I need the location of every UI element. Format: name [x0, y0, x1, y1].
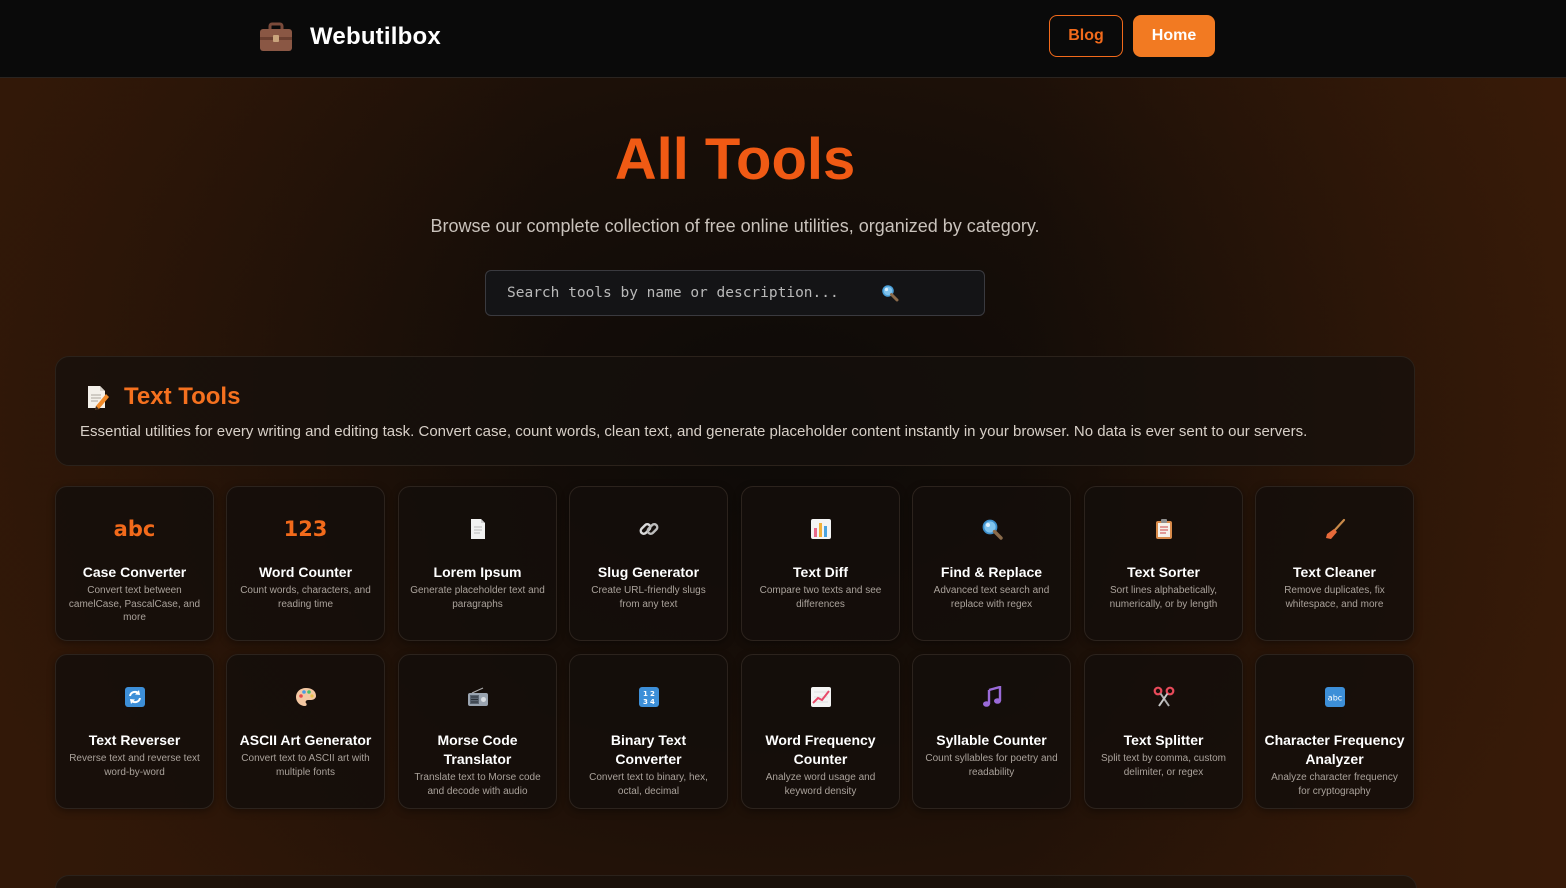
tool-description: Advanced text search and replace with re… [933, 585, 1050, 610]
tool-name: Text Sorter [1127, 564, 1200, 580]
page-subtitle: Browse our complete collection of free o… [430, 216, 1040, 236]
tool-card[interactable]: abc Character Frequency Analyzer Analyze c… [1255, 654, 1414, 809]
tool-name: Text Splitter [1123, 732, 1204, 748]
tool-name: Syllable Counter [936, 732, 1047, 748]
category-text-tools: Text Tools Essential utilities for every… [55, 356, 1415, 466]
tool-name: ASCII Art Generator [239, 732, 372, 748]
tool-name: Case Converter [82, 564, 187, 580]
palette-icon [227, 683, 384, 711]
magnifier-icon [913, 515, 1070, 543]
search-icon [881, 284, 899, 302]
tool-description: Analyze character frequency for cryptogr… [1271, 772, 1398, 797]
abc-box-icon: abc [1256, 683, 1413, 711]
tool-card[interactable]: 1 2 3 4 Binary Text Converter Convert text to… [569, 654, 728, 809]
scissors-icon [1085, 683, 1242, 711]
svg-text:2: 2 [650, 690, 655, 698]
tool-name: Word Frequency Counter [765, 732, 876, 767]
tool-name: Text Reverser [88, 732, 181, 748]
tool-card[interactable]: ASCII Art Generator Convert text to ASCII… [226, 654, 385, 809]
tool-icon-label: abc [113, 517, 156, 541]
page-title: All Tools [614, 127, 856, 192]
tool-description: Count words, characters, and reading tim… [240, 585, 371, 610]
tool-description: Split text by comma, custom delimiter, o… [1100, 753, 1227, 778]
tool-card[interactable]: Find & Replace Advanced text search and r… [912, 486, 1071, 641]
category-title: Text Tools [124, 383, 241, 410]
link-icon [570, 515, 727, 543]
bar-chart-icon [742, 515, 899, 543]
svg-text:1: 1 [643, 690, 648, 698]
music-note-icon [913, 683, 1070, 711]
tool-description: Translate text to Morse code and decode … [414, 772, 541, 797]
tool-card[interactable]: Text Cleaner Remove duplicates, fix white… [1255, 486, 1414, 641]
tool-description: Remove duplicates, fix whitespace, and m… [1284, 585, 1385, 610]
tool-card[interactable]: abc Case Converter Convert text between ca… [55, 486, 214, 641]
tool-description: Convert text to ASCII art with multiple … [241, 753, 370, 778]
tool-card[interactable]: Text Splitter Split text by comma, custom… [1084, 654, 1243, 809]
tool-name: Slug Generator [597, 564, 700, 580]
tool-card[interactable]: Syllable Counter Count syllables for poet… [912, 654, 1071, 809]
tool-icon-text: 123 [227, 515, 384, 543]
tool-name: Morse Code Translator [437, 732, 518, 767]
tool-description: Analyze word usage and keyword density [765, 772, 876, 797]
svg-text:abc: abc [1327, 694, 1341, 703]
next-category-card [55, 875, 1417, 888]
tool-description: Compare two texts and see differences [759, 585, 882, 610]
svg-text:4: 4 [650, 698, 655, 706]
tool-name: Find & Replace [940, 564, 1043, 580]
tool-card[interactable]: Slug Generator Create URL-friendly slugs … [569, 486, 728, 641]
svg-text:3: 3 [643, 698, 648, 706]
tool-description: Reverse text and reverse text word-by-wo… [69, 753, 200, 778]
tool-card[interactable]: Lorem Ipsum Generate placeholder text and… [398, 486, 557, 641]
brand-link[interactable]: Webutilbox [258, 20, 441, 54]
tool-icon-text: abc [56, 515, 213, 543]
tool-card[interactable]: Word Frequency Counter Analyze word usage… [741, 654, 900, 809]
tool-card[interactable]: Text Diff Compare two texts and see diffe… [741, 486, 900, 641]
top-navbar: Webutilbox Blog Home [0, 0, 1566, 78]
tool-description: Sort lines alphabetically, numerically, … [1109, 585, 1218, 610]
search-box [485, 270, 985, 316]
tool-name: Text Diff [793, 564, 848, 580]
main-content: All Tools Browse our complete collection… [0, 78, 1566, 888]
memo-icon [84, 384, 110, 410]
tool-description: Convert text to binary, hex, octal, deci… [589, 772, 708, 797]
category-header: Text Tools [84, 383, 240, 411]
tool-card[interactable]: Morse Code Translator Translate text to M… [398, 654, 557, 809]
search-input[interactable] [507, 278, 887, 308]
numbers-icon: 1234 [570, 683, 727, 711]
tool-name: Text Cleaner [1293, 564, 1376, 580]
page-icon [399, 515, 556, 543]
radio-icon [399, 683, 556, 711]
tool-name: Lorem Ipsum [433, 564, 522, 580]
tool-card[interactable]: 123 Word Counter Count words, characters, … [226, 486, 385, 641]
tool-description: Generate placeholder text and paragraphs [410, 585, 545, 610]
blog-button[interactable]: Blog [1049, 15, 1123, 57]
brand-name: Webutilbox [310, 23, 441, 50]
tool-card[interactable]: Text Reverser Reverse text and reverse te… [55, 654, 214, 809]
category-description: Essential utilities for every writing an… [80, 423, 1308, 440]
reverse-arrows-icon [56, 683, 213, 711]
tool-name: Character Frequency Analyzer [1264, 732, 1405, 767]
tool-card[interactable]: Text Sorter Sort lines alphabetically, nu… [1084, 486, 1243, 641]
briefcase-icon [258, 20, 294, 54]
tool-description: Convert text between camelCase, PascalCa… [68, 585, 201, 623]
tool-icon-label: 123 [283, 517, 328, 541]
tool-name: Word Counter [258, 564, 353, 580]
tool-description: Create URL-friendly slugs from any text [591, 585, 706, 610]
trend-chart-icon [742, 683, 899, 711]
home-button[interactable]: Home [1133, 15, 1215, 57]
clipboard-icon [1085, 515, 1242, 543]
broom-icon [1256, 515, 1413, 543]
tool-description: Count syllables for poetry and readabili… [925, 753, 1058, 778]
tool-name: Binary Text Converter [610, 732, 687, 767]
